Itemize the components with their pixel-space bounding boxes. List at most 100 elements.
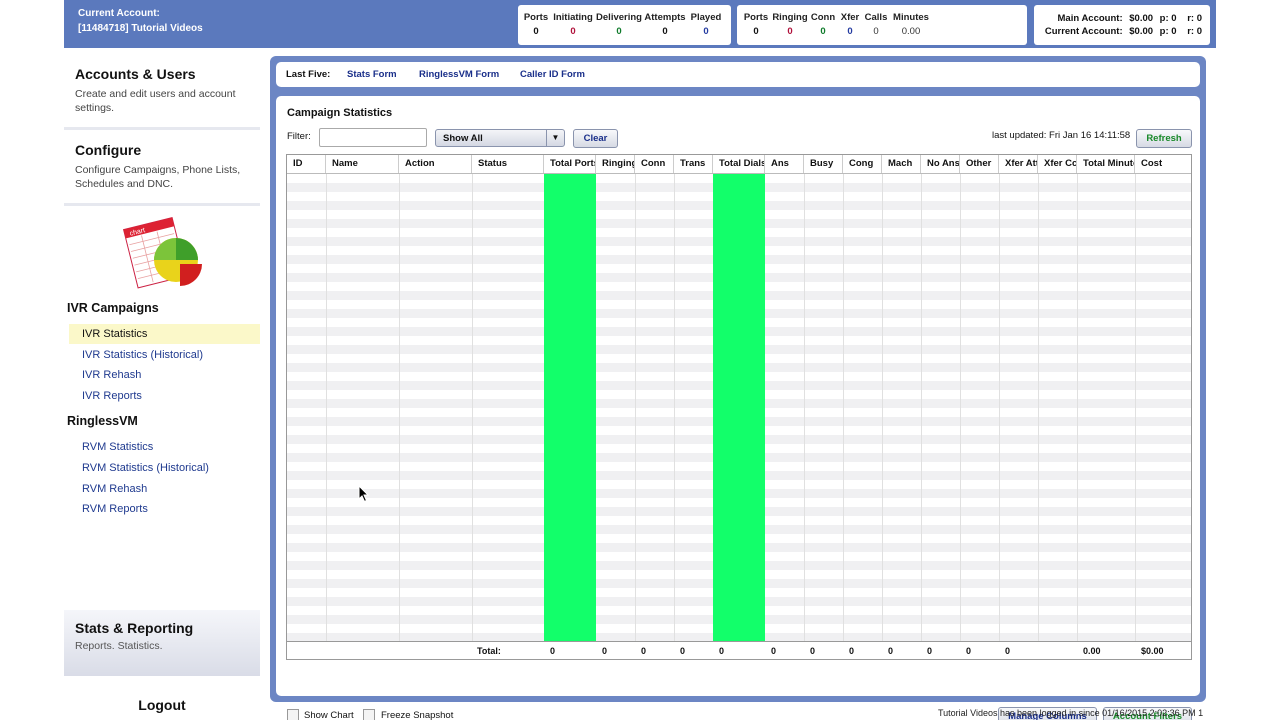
col-xfer-cc[interactable]: Xfer Cc xyxy=(1038,155,1077,173)
col-no-ans[interactable]: No Ans xyxy=(921,155,960,173)
col-id[interactable]: ID xyxy=(287,155,326,173)
nav-rvm-statistics-historical[interactable]: RVM Statistics (Historical) xyxy=(82,462,209,474)
col-name[interactable]: Name xyxy=(326,155,399,173)
accounts-users-title[interactable]: Accounts & Users xyxy=(75,66,260,82)
col-total-ports[interactable]: Total Ports xyxy=(544,155,596,173)
total-minutes: 0.00 xyxy=(1083,646,1101,656)
nav-ivr-statistics[interactable]: IVR Statistics xyxy=(69,324,260,344)
nav-ivr-statistics-historical[interactable]: IVR Statistics (Historical) xyxy=(82,349,203,361)
panel-title: Campaign Statistics xyxy=(287,107,393,119)
col-action[interactable]: Action xyxy=(399,155,472,173)
col-cong[interactable]: Cong xyxy=(843,155,882,173)
col-busy[interactable]: Busy xyxy=(804,155,843,173)
col-divider xyxy=(1135,174,1136,641)
rvm-calls: Calls 0 xyxy=(864,12,888,37)
main-frame: Last Five: Stats Form RinglessVM Form Ca… xyxy=(270,56,1206,720)
ivr-played: Played 0 xyxy=(690,12,722,37)
total-busy: 0 xyxy=(810,646,816,656)
ivr-attempts: Attempts 0 xyxy=(644,12,686,37)
clear-button[interactable]: Clear xyxy=(573,129,618,148)
totals-row: Total: 0 0 0 0 0 0 0 0 0 0 0 0 0.00 $0.0… xyxy=(287,641,1191,659)
chart-icon: chart xyxy=(122,216,202,289)
freeze-snapshot-label[interactable]: Freeze Snapshot xyxy=(381,710,453,720)
total-ans: 0 xyxy=(771,646,777,656)
total-ringing: 0 xyxy=(602,646,608,656)
col-divider xyxy=(843,174,844,641)
total-dials: 0 xyxy=(719,646,725,656)
ivr-initiating: Initiating 0 xyxy=(553,12,593,37)
configure-title[interactable]: Configure xyxy=(75,142,260,158)
refresh-button[interactable]: Refresh xyxy=(1136,129,1192,148)
total-trans: 0 xyxy=(680,646,686,656)
col-total-dials[interactable]: Total Dials xyxy=(713,155,765,173)
col-divider xyxy=(674,174,675,641)
chevron-down-icon[interactable]: ▼ xyxy=(546,130,564,146)
nav-ivr-reports[interactable]: IVR Reports xyxy=(82,390,142,402)
total-cost: $0.00 xyxy=(1141,646,1164,656)
configure-section[interactable]: Configure Configure Campaigns, Phone Lis… xyxy=(75,142,260,191)
account-label: Current Account: xyxy=(78,8,160,19)
accounts-users-desc: Create and edit users and account settin… xyxy=(75,88,236,114)
col-xfer-att[interactable]: Xfer Att xyxy=(999,155,1038,173)
nav-ivr-rehash[interactable]: IVR Rehash xyxy=(82,369,141,381)
nav-rvm-rehash[interactable]: RVM Rehash xyxy=(82,483,147,495)
show-chart-checkbox[interactable] xyxy=(287,709,299,720)
rvm-conn: Conn 0 xyxy=(810,12,836,37)
col-status[interactable]: Status xyxy=(472,155,544,173)
ivr-campaigns-heading: IVR Campaigns xyxy=(67,301,159,315)
header-bar: Current Account: [11484718] Tutorial Vid… xyxy=(64,0,1216,48)
col-divider xyxy=(399,174,400,641)
nav-rvm-reports[interactable]: RVM Reports xyxy=(82,503,148,515)
balance-box: Main Account: $0.00 p: 0 r: 0 Current Ac… xyxy=(1034,5,1210,45)
col-ringing[interactable]: Ringing xyxy=(596,155,635,173)
col-ans[interactable]: Ans xyxy=(765,155,804,173)
total-ports: 0 xyxy=(550,646,556,656)
total-mach: 0 xyxy=(888,646,894,656)
logout-link[interactable]: Logout xyxy=(64,697,260,713)
col-cost[interactable]: Cost xyxy=(1135,155,1191,173)
rvm-minutes: Minutes 0.00 xyxy=(893,12,929,37)
totals-label: Total: xyxy=(477,646,501,656)
col-trans[interactable]: Trans xyxy=(674,155,713,173)
rvm-status-box: Ports 0 Ringing 0 Conn 0 Xfer 0 Calls 0 … xyxy=(737,5,1027,45)
last-five-bar: Last Five: Stats Form RinglessVM Form Ca… xyxy=(276,62,1200,87)
col-other[interactable]: Other xyxy=(960,155,999,173)
ringlessvm-heading: RinglessVM xyxy=(67,414,138,428)
col-conn[interactable]: Conn xyxy=(635,155,674,173)
total-conn: 0 xyxy=(641,646,647,656)
total-other: 0 xyxy=(966,646,972,656)
last-five-stats-form[interactable]: Stats Form xyxy=(347,69,397,80)
col-divider xyxy=(960,174,961,641)
app-window: Current Account: [11484718] Tutorial Vid… xyxy=(64,0,1216,720)
col-divider xyxy=(1077,174,1078,641)
col-total-minutes[interactable]: Total Minutes xyxy=(1077,155,1135,173)
col-divider xyxy=(882,174,883,641)
accounts-users-section[interactable]: Accounts & Users Create and edit users a… xyxy=(75,66,260,115)
current-account: Current Account: [11484718] Tutorial Vid… xyxy=(78,6,203,36)
filter-select[interactable]: Show All ▼ xyxy=(435,129,565,147)
main-account-balance: Main Account: $0.00 p: 0 r: 0 xyxy=(1057,13,1202,24)
rvm-ports: Ports 0 xyxy=(743,12,769,37)
col-divider xyxy=(804,174,805,641)
filter-label: Filter: xyxy=(287,131,311,142)
rvm-ringing: Ringing 0 xyxy=(772,12,808,37)
rvm-xfer: Xfer 0 xyxy=(840,12,860,37)
campaign-statistics-panel: Campaign Statistics Filter: Show All ▼ C… xyxy=(276,96,1200,720)
col-mach[interactable]: Mach xyxy=(882,155,921,173)
nav-rvm-statistics[interactable]: RVM Statistics xyxy=(82,441,153,453)
total-no-ans: 0 xyxy=(927,646,933,656)
show-chart-label[interactable]: Show Chart xyxy=(304,710,354,720)
freeze-snapshot-checkbox[interactable] xyxy=(363,709,375,720)
stats-reporting-section[interactable]: Stats & Reporting Reports. Statistics. xyxy=(64,610,260,676)
filter-input[interactable] xyxy=(319,128,427,147)
last-five-callerid-form[interactable]: Caller ID Form xyxy=(520,69,585,80)
last-five-ringlessvm-form[interactable]: RinglessVM Form xyxy=(419,69,499,80)
col-divider xyxy=(1038,174,1039,641)
highlight-column-total-ports xyxy=(544,174,596,641)
stats-reporting-title[interactable]: Stats & Reporting xyxy=(75,620,193,636)
col-divider xyxy=(326,174,327,641)
col-divider xyxy=(635,174,636,641)
sidebar: Accounts & Users Create and edit users a… xyxy=(64,48,269,720)
stats-reporting-desc: Reports. Statistics. xyxy=(75,640,163,652)
statistics-grid: ID Name Action Status Total Ports Ringin… xyxy=(286,154,1192,660)
